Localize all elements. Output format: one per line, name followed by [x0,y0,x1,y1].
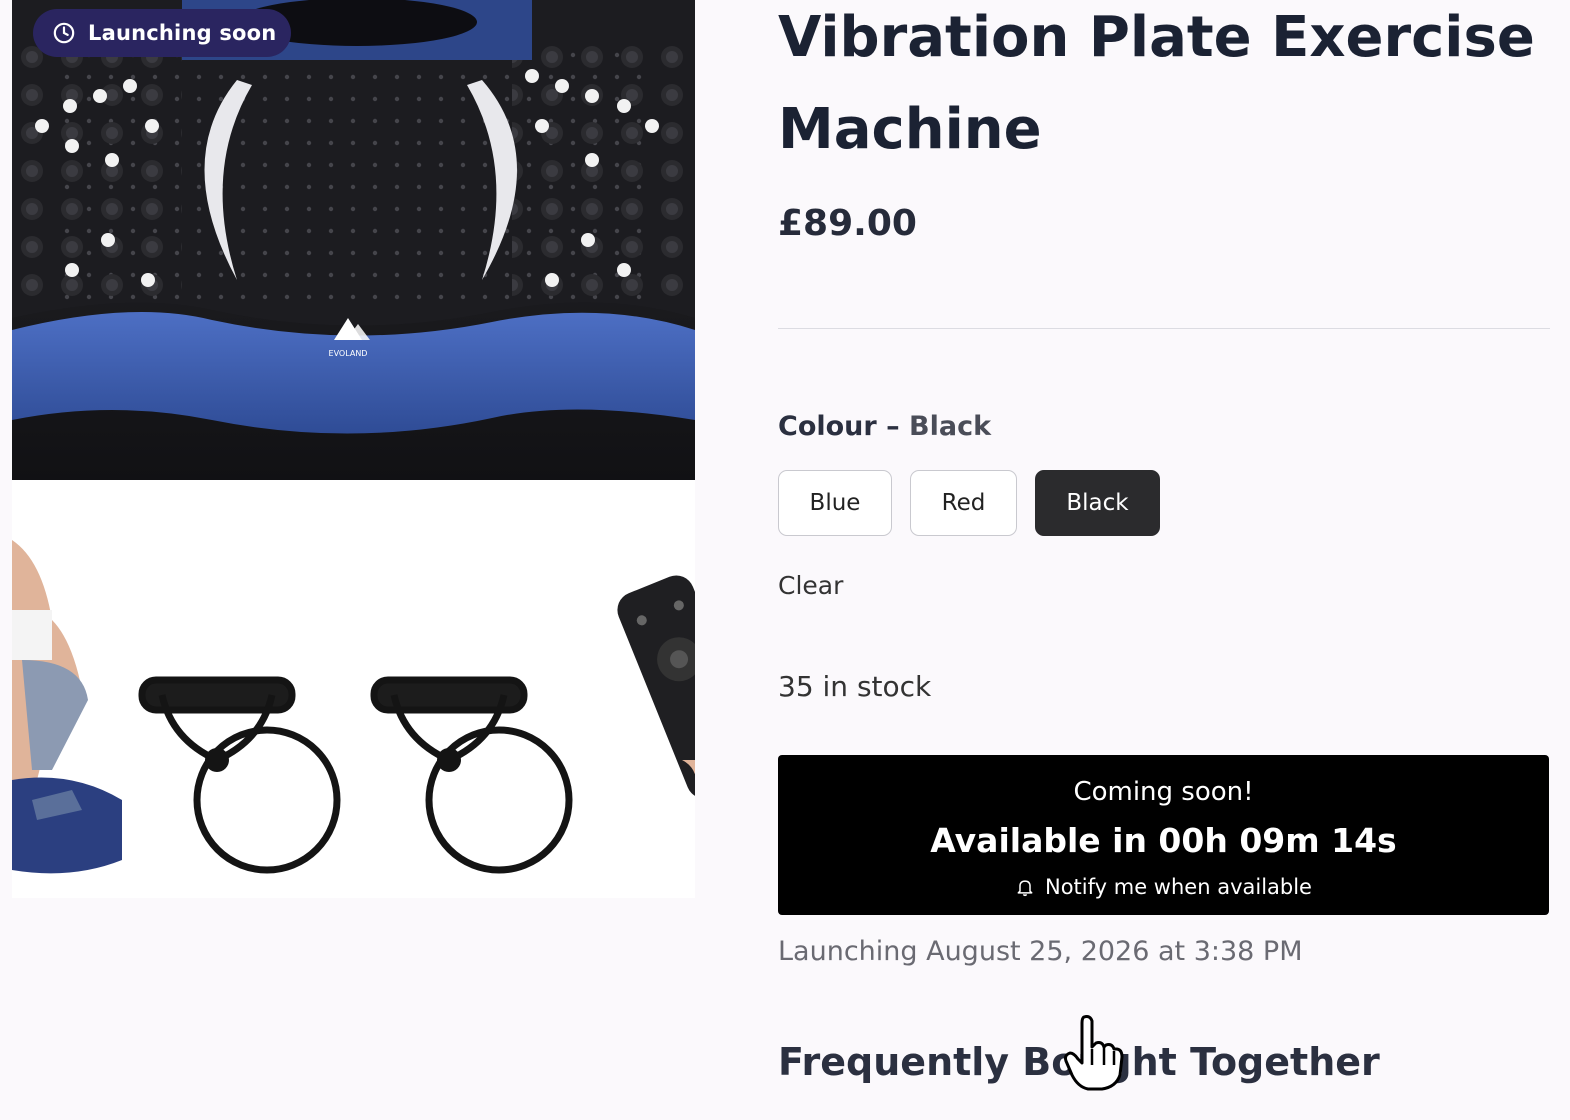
product-title: Vibration Plate Exercise Machine [778,0,1550,176]
notify-me-label: Notify me when available [1045,875,1312,899]
product-title-line1: Vibration Plate Exercise [778,5,1535,70]
launch-date-note: Launching August 25, 2026 at 3:38 PM [778,936,1303,967]
swatch-blue[interactable]: Blue [778,470,892,536]
countdown-timer: Available in 00h 09m 14s [930,821,1397,860]
swatch-red[interactable]: Red [910,470,1017,536]
clock-icon [53,22,75,44]
hand-cursor-icon [1064,1015,1124,1091]
bell-icon [1017,880,1033,897]
colour-separator: – [876,411,910,442]
colour-swatches: Blue Red Black [778,470,1160,536]
brand-logo: EVOLAND [329,349,368,358]
coming-soon-button[interactable]: Coming soon! Available in 00h 09m 14s No… [778,755,1549,915]
colour-label-text: Colour [778,411,877,442]
badge-label: Launching soon [88,21,277,45]
cta-line1: Coming soon! [1073,777,1254,807]
notify-me-link[interactable]: Notify me when available [778,875,1549,899]
divider [778,328,1550,329]
stock-status: 35 in stock [778,670,932,703]
clear-selection-link[interactable]: Clear [778,571,843,600]
product-title-line2: Machine [778,97,1042,162]
product-image: EVOLAND [12,0,695,898]
swatch-black[interactable]: Black [1035,470,1160,536]
colour-selected-value: Black [909,411,992,442]
product-details: Vibration Plate Exercise Machine £89.00 … [778,0,1550,1084]
launching-soon-badge: Launching soon [33,9,291,57]
product-image-gallery[interactable]: EVOLAND [12,0,695,898]
product-price: £89.00 [778,203,917,244]
colour-label: Colour – Black [778,411,991,442]
